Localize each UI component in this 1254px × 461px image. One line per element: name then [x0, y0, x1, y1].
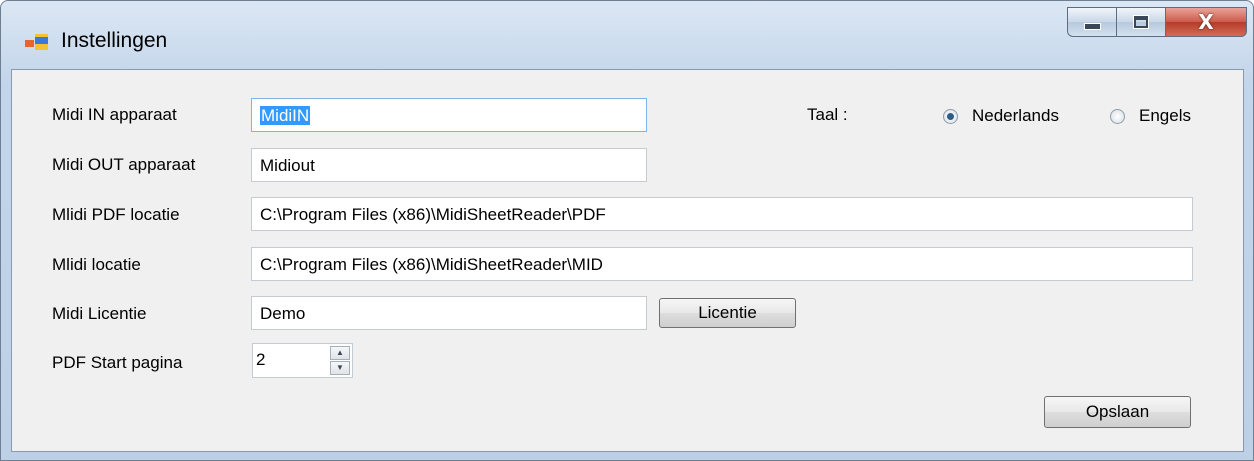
license-button[interactable]: Licentie [659, 298, 796, 328]
start-page-stepper[interactable]: 2 ▲ ▼ [252, 343, 353, 378]
pdf-location-label: Mlidi PDF locatie [52, 205, 180, 224]
license-input[interactable]: Demo [251, 296, 647, 330]
stepper-down-button[interactable]: ▼ [330, 361, 350, 375]
stepper-up-button[interactable]: ▲ [330, 346, 350, 360]
title-bar[interactable]: Instellingen X [1, 1, 1253, 71]
start-page-label: PDF Start pagina [52, 353, 183, 372]
save-button[interactable]: Opslaan [1044, 396, 1191, 428]
maximize-button[interactable] [1116, 7, 1166, 37]
app-window-icon [25, 34, 48, 50]
chevron-down-icon: ▼ [336, 363, 344, 372]
settings-window: Instellingen X Midi IN apparaat MidiIN T… [0, 0, 1254, 461]
pdf-location-input[interactable]: C:\Program Files (x86)\MidiSheetReader\P… [251, 197, 1193, 231]
start-page-value: 2 [256, 350, 266, 369]
midi-location-label: Mlidi locatie [52, 255, 141, 274]
midi-out-label: Midi OUT apparaat [52, 155, 196, 174]
radio-engels[interactable]: Engels [1110, 106, 1191, 126]
window-title: Instellingen [61, 29, 168, 52]
midi-location-input[interactable]: C:\Program Files (x86)\MidiSheetReader\M… [251, 247, 1193, 281]
license-label: Midi Licentie [52, 304, 147, 323]
minimize-icon [1083, 23, 1101, 30]
close-button[interactable]: X [1165, 7, 1247, 37]
stepper-buttons: ▲ ▼ [330, 346, 350, 375]
midi-in-input[interactable]: MidiIN [251, 98, 647, 132]
radio-nederlands-circle[interactable] [943, 108, 958, 124]
radio-engels-label: Engels [1139, 106, 1191, 125]
radio-nederlands-label: Nederlands [972, 106, 1059, 125]
midi-out-input[interactable]: Midiout [251, 148, 647, 182]
radio-nederlands[interactable]: Nederlands [943, 106, 1059, 126]
radio-engels-circle[interactable] [1110, 108, 1125, 124]
language-label: Taal : [807, 105, 848, 124]
midi-in-label: Midi IN apparaat [52, 105, 177, 124]
settings-panel: Midi IN apparaat MidiIN Taal : Nederland… [11, 69, 1244, 452]
midi-in-value: MidiIN [260, 106, 311, 125]
close-icon: X [1198, 10, 1214, 34]
maximize-icon [1133, 15, 1149, 29]
chevron-up-icon: ▲ [336, 348, 344, 357]
minimize-button[interactable] [1067, 7, 1117, 37]
